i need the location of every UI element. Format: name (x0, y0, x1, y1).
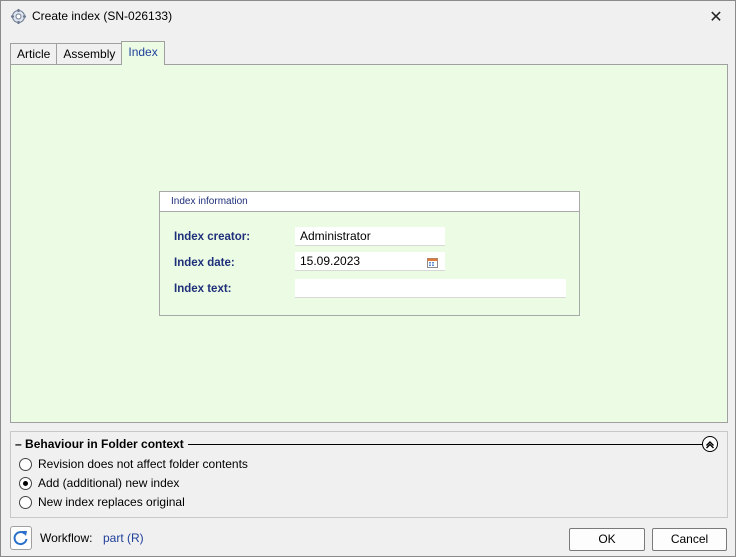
radio-label: Add (additional) new index (38, 476, 180, 490)
index-creator-field[interactable]: Administrator (295, 227, 445, 246)
cancel-button[interactable]: Cancel (652, 528, 727, 551)
group-header: Index information (160, 192, 579, 212)
tab-index[interactable]: Index (121, 41, 165, 65)
index-creator-label: Index creator: (174, 231, 251, 243)
close-icon: ✕ (709, 8, 723, 26)
collapse-dash: – (15, 437, 22, 451)
radio-label: New index replaces original (38, 495, 185, 509)
group-title: Index information (171, 196, 248, 207)
index-information-group: Index information Index creator: Adminis… (159, 191, 580, 316)
section-divider (185, 444, 707, 445)
chevron-up-icon (706, 441, 714, 449)
radio-option-revision[interactable]: Revision does not affect folder contents (19, 457, 248, 471)
index-date-field[interactable]: 15.09.2023 (295, 252, 445, 271)
index-text-field[interactable] (295, 279, 566, 298)
radio-button[interactable] (19, 495, 32, 509)
tab-assembly[interactable]: Assembly (56, 43, 123, 65)
index-tab-panel: Index information Index creator: Adminis… (10, 64, 728, 423)
ok-button[interactable]: OK (569, 528, 645, 551)
refresh-icon (13, 531, 28, 546)
index-text-label: Index text: (174, 283, 232, 295)
behaviour-folder-context-group: – Behaviour in Folder context Revision d… (10, 431, 728, 518)
app-gear-icon (10, 8, 27, 25)
close-button[interactable]: ✕ (697, 1, 735, 32)
title-bar: Create index (SN-026133) ✕ (1, 1, 735, 32)
index-date-label: Index date: (174, 257, 235, 269)
tab-article[interactable]: Article (10, 43, 58, 65)
window-title: Create index (SN-026133) (32, 9, 173, 23)
dialog-window: Create index (SN-026133) ✕ Article Assem… (0, 0, 736, 557)
refresh-workflow-button[interactable] (10, 526, 32, 550)
radio-button-checked[interactable] (19, 476, 32, 490)
tab-strip: Article Assembly Index (10, 41, 165, 65)
radio-option-replace[interactable]: New index replaces original (19, 495, 185, 509)
behaviour-title-text: Behaviour in Folder context (25, 437, 184, 451)
workflow-value[interactable]: part (R) (103, 531, 144, 545)
radio-option-add-new[interactable]: Add (additional) new index (19, 476, 179, 490)
collapse-button[interactable] (702, 436, 718, 452)
workflow-label: Workflow: (40, 531, 93, 545)
index-date-value: 15.09.2023 (300, 254, 361, 268)
behaviour-title[interactable]: – Behaviour in Folder context (15, 437, 188, 451)
radio-label: Revision does not affect folder contents (38, 457, 248, 471)
calendar-icon[interactable] (427, 255, 438, 268)
radio-button[interactable] (19, 457, 32, 471)
